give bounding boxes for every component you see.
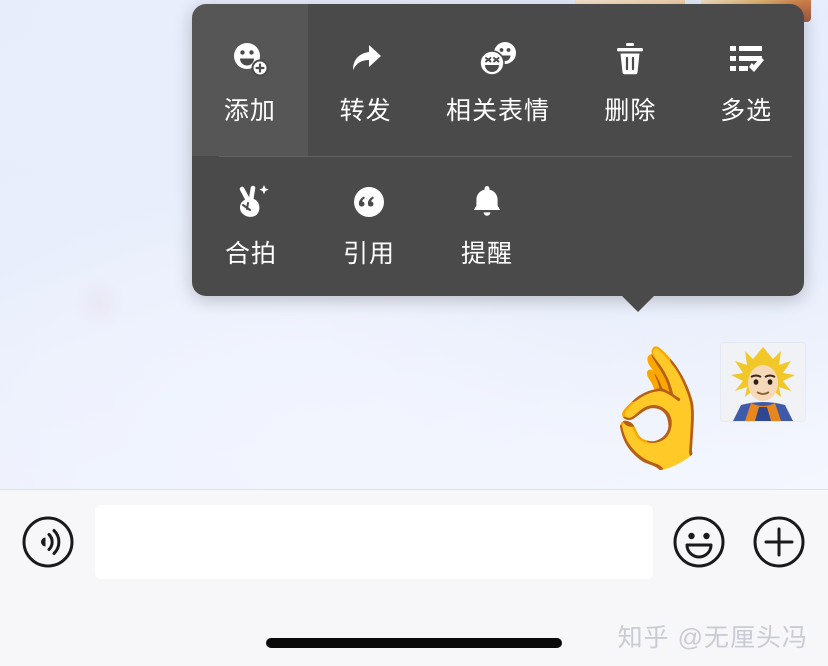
- context-menu-item-delete[interactable]: 删除: [573, 4, 689, 156]
- message-input-field[interactable]: [95, 505, 653, 579]
- chat-screen: 👌 添加 转发 相关表情 删除 多选 合拍 引用 提醒 知乎 @无厘头冯: [0, 0, 828, 666]
- context-menu-pointer: [621, 295, 655, 312]
- home-indicator: [266, 638, 562, 648]
- context-menu-label: 引用: [342, 240, 395, 268]
- context-menu-row-2: 合拍 引用 提醒: [192, 156, 804, 296]
- context-menu-label: 添加: [223, 97, 276, 125]
- context-menu-row-filler: [546, 156, 804, 296]
- context-menu-label: 删除: [604, 97, 657, 125]
- forward-arrow-icon: [346, 39, 386, 79]
- context-menu-label: 转发: [339, 97, 392, 125]
- message-context-menu: 添加 转发 相关表情 删除 多选 合拍 引用 提醒: [192, 4, 804, 296]
- context-menu-item-related-stickers[interactable]: 相关表情: [423, 4, 572, 156]
- context-menu-label: 相关表情: [446, 97, 551, 125]
- context-menu-label: 提醒: [460, 240, 513, 268]
- context-menu-item-quote[interactable]: 引用: [310, 156, 428, 296]
- bell-icon: [467, 182, 507, 222]
- context-menu-item-duet[interactable]: 合拍: [192, 156, 310, 296]
- hand-sparkle-icon: [231, 182, 271, 222]
- context-menu-label: 多选: [720, 97, 773, 125]
- smiley-plus-icon: [230, 39, 270, 79]
- plus-icon[interactable]: [753, 516, 805, 568]
- context-menu-row-1: 添加 转发 相关表情 删除 多选: [192, 4, 804, 157]
- double-smiley-icon: [477, 39, 519, 79]
- ok-hand-sticker[interactable]: 👌: [586, 336, 730, 478]
- list-check-icon: [726, 39, 766, 79]
- watermark: 知乎 @无厘头冯: [617, 624, 808, 652]
- context-menu-label: 合拍: [224, 240, 277, 268]
- trash-icon: [610, 39, 650, 79]
- goku-avatar[interactable]: [721, 343, 805, 421]
- context-menu-item-multi-select[interactable]: 多选: [688, 4, 804, 156]
- context-menu-item-add[interactable]: 添加: [192, 4, 308, 156]
- context-menu-item-remind[interactable]: 提醒: [428, 156, 546, 296]
- quote-icon: [349, 182, 389, 222]
- smiley-icon[interactable]: [673, 516, 725, 568]
- voice-wave-icon[interactable]: [22, 516, 74, 568]
- context-menu-item-forward[interactable]: 转发: [308, 4, 424, 156]
